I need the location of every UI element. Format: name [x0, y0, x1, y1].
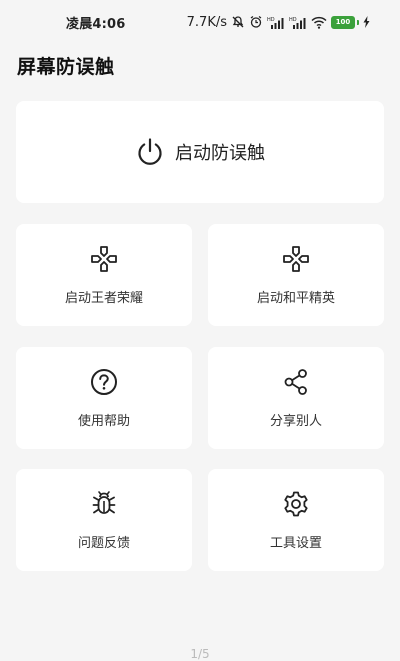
- signal-hd-icon: HD: [267, 16, 285, 29]
- share-button[interactable]: 分享别人: [208, 347, 384, 449]
- signal-hd-icon-2: HD: [289, 16, 307, 29]
- gamepad-icon: [282, 245, 310, 273]
- feedback-label: 问题反馈: [77, 535, 130, 551]
- bug-icon: [90, 490, 118, 518]
- svg-text:HD: HD: [289, 17, 297, 23]
- gear-icon: [282, 490, 310, 518]
- power-icon: [135, 137, 165, 167]
- battery-tip: [357, 19, 359, 25]
- status-time: 凌晨4:06: [66, 16, 126, 32]
- settings-button[interactable]: 工具设置: [208, 469, 384, 571]
- start-protection-button[interactable]: 启动防误触: [16, 101, 384, 203]
- wifi-icon: [311, 16, 327, 29]
- share-icon: [282, 368, 310, 396]
- mute-bell-icon: [231, 15, 245, 29]
- status-bar: 凌晨4:06 7.7K/s HD HD 100: [0, 0, 400, 44]
- battery-level: 100: [331, 15, 355, 29]
- share-label: 分享别人: [269, 413, 322, 429]
- launch-honor-of-kings-button[interactable]: 启动王者荣耀: [16, 224, 192, 326]
- charging-bolt-icon: [363, 16, 370, 28]
- page-title: 屏幕防误触: [17, 56, 115, 78]
- svg-text:HD: HD: [267, 17, 275, 23]
- feedback-button[interactable]: 问题反馈: [16, 469, 192, 571]
- help-label: 使用帮助: [77, 413, 130, 429]
- alarm-icon: [249, 15, 263, 29]
- network-speed: 7.7K/s: [186, 14, 227, 30]
- status-icons: 7.7K/s HD HD 100: [187, 15, 370, 30]
- gamepad-icon: [90, 245, 118, 273]
- launch-honor-of-kings-label: 启动王者荣耀: [64, 290, 143, 306]
- help-icon: [90, 368, 118, 396]
- settings-label: 工具设置: [269, 535, 322, 551]
- start-protection-label: 启动防误触: [175, 143, 265, 164]
- launch-peacekeeper-elite-label: 启动和平精英: [256, 290, 335, 306]
- help-button[interactable]: 使用帮助: [16, 347, 192, 449]
- page-indicator: 1/5: [190, 647, 210, 661]
- battery-indicator: 100: [331, 15, 359, 29]
- launch-peacekeeper-elite-button[interactable]: 启动和平精英: [208, 224, 384, 326]
